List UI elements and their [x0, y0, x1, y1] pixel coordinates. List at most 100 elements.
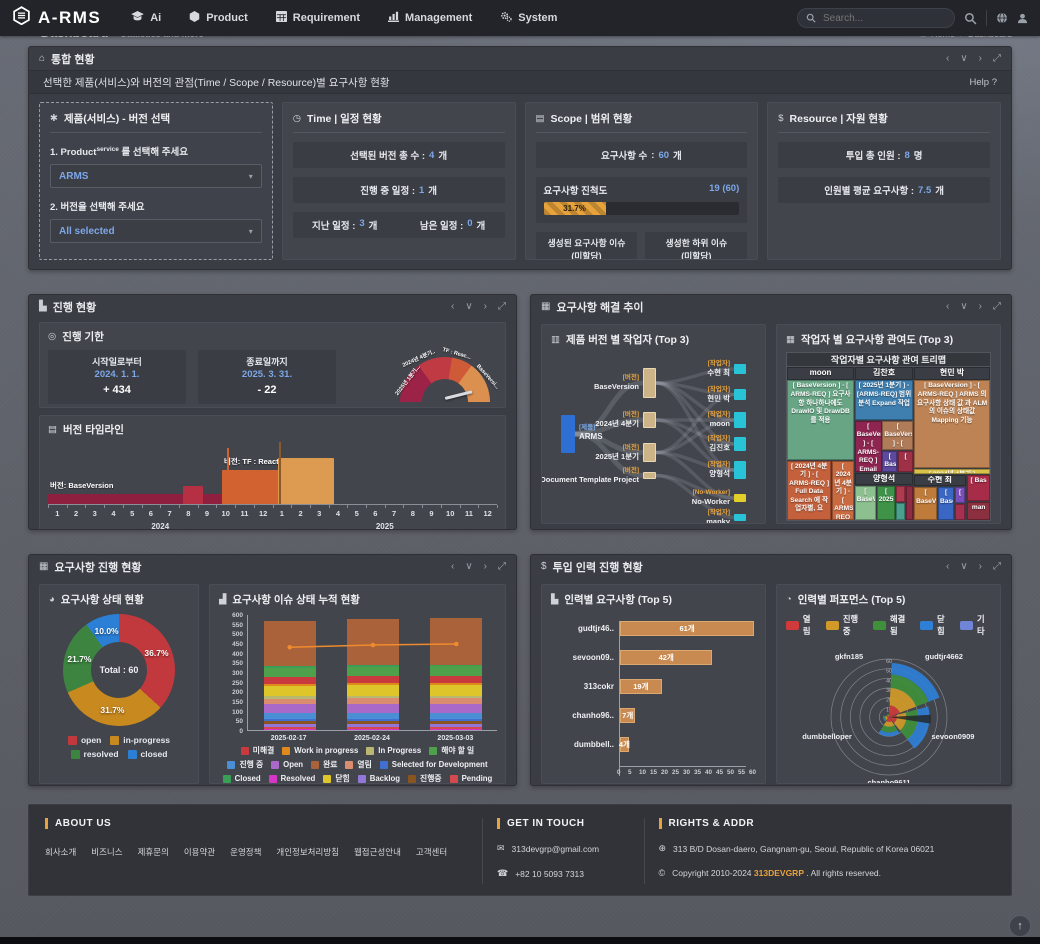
treemap-cell[interactable]: [ BaseVers ] - [ ARMS-REQ ] Email 발	[855, 421, 882, 472]
expand-icon[interactable]: ⤢	[498, 301, 506, 312]
treemap-group-header[interactable]: 김찬호	[855, 367, 913, 380]
footer-email[interactable]: 313devgrp@gmail.com	[512, 844, 600, 854]
treemap-cell[interactable]: [ Base	[938, 487, 954, 520]
hbar-bar[interactable]: 4개	[620, 737, 629, 752]
caret-down-icon: ▾	[249, 227, 253, 236]
collapse-left-icon[interactable]: ‹	[451, 561, 454, 572]
sankey-worker-node[interactable]	[734, 389, 746, 400]
stacked-bar[interactable]	[430, 618, 482, 730]
timeline-tick	[254, 505, 255, 508]
treemap-cell[interactable]: [ 2025년 1분기 ] - [ARMS-REQ] 범위분석 Expand 작…	[855, 380, 913, 420]
expand-icon[interactable]: ⤢	[993, 301, 1001, 312]
stacked-bar[interactable]	[264, 621, 316, 730]
version-select[interactable]: All selected ▾	[50, 219, 262, 243]
sankey-worker-label: [작업자]김진호	[541, 435, 730, 453]
timeline-version-bar	[222, 470, 284, 504]
footer-link[interactable]: 운영정책	[230, 846, 261, 858]
hbar-bar[interactable]: 7개	[620, 708, 635, 723]
globe-icon[interactable]	[996, 12, 1008, 24]
footer-phone[interactable]: +82 10 5093 7313	[515, 869, 584, 879]
treemap-cell[interactable]: [ 2025	[877, 486, 896, 520]
nav-item-requirement[interactable]: Requirement	[276, 11, 360, 25]
hbar-bar[interactable]: 42개	[620, 650, 712, 665]
treemap-cell[interactable]: [ BaseVersio ] - [	[882, 421, 913, 450]
collapse-right-icon[interactable]: ›	[979, 301, 982, 312]
chevron-down-icon[interactable]: ∨	[960, 53, 967, 64]
nav-item-product[interactable]: Product	[189, 11, 248, 25]
bar-segment	[264, 621, 316, 666]
product-select[interactable]: ARMS ▾	[50, 164, 262, 188]
footer-brand-link[interactable]: 313DEVGRP	[754, 868, 804, 878]
chevron-down-icon[interactable]: ∨	[960, 301, 967, 312]
treemap-cell[interactable]: [	[955, 487, 965, 503]
nav-item-system[interactable]: System	[500, 11, 557, 25]
expand-icon[interactable]: ⤢	[993, 561, 1001, 572]
footer-link[interactable]: 고객센터	[416, 846, 447, 858]
collapse-right-icon[interactable]: ›	[979, 53, 982, 64]
footer-link[interactable]: 제휴문의	[138, 846, 169, 858]
collapse-left-icon[interactable]: ‹	[946, 301, 949, 312]
sankey-worker-node[interactable]	[734, 364, 746, 374]
hbar-bar[interactable]: 19개	[620, 679, 662, 694]
chevron-down-icon[interactable]: ∨	[465, 301, 472, 312]
treemap-cell[interactable]: [ BaseV	[882, 451, 897, 473]
collapse-right-icon[interactable]: ›	[979, 561, 982, 572]
treemap-group-header[interactable]: moon	[787, 367, 854, 380]
search-box[interactable]	[797, 8, 955, 28]
footer-link[interactable]: 웹접근성안내	[354, 846, 401, 858]
chevron-down-icon[interactable]: ∨	[960, 561, 967, 572]
search-submit-icon[interactable]	[964, 12, 977, 25]
collapse-left-icon[interactable]: ‹	[451, 301, 454, 312]
treemap-group-header[interactable]: 양형석	[855, 473, 913, 485]
collapse-right-icon[interactable]: ›	[484, 561, 487, 572]
help-link[interactable]: Help ?	[970, 77, 997, 88]
treemap-cell[interactable]	[955, 504, 965, 520]
user-icon[interactable]	[1017, 13, 1028, 24]
treemap-cell[interactable]: [ BaseVersion ] - [ ARMS-REQ ] 요구사항 하나하나…	[787, 380, 854, 460]
collapse-left-icon[interactable]: ‹	[946, 561, 949, 572]
treemap-cell[interactable]	[896, 503, 905, 520]
treemap-cell[interactable]: [ 2024년 4분기 ] - [ ARMS-REQ ] Full Data S…	[787, 461, 831, 520]
sankey-worker-node[interactable]	[734, 437, 746, 451]
treemap-cell[interactable]: [ 2024 년 4분 기 ] - [ ARMS- REQ ]	[832, 461, 854, 520]
sankey-worker-node[interactable]	[734, 461, 746, 479]
expand-icon[interactable]: ⤢	[993, 53, 1001, 64]
treemap-cell[interactable]	[896, 486, 905, 503]
table-icon	[276, 11, 287, 25]
card-time: ◷ Time | 일정 현황 선택된 버전 총 수 :4개진행 중 일정 :1개…	[282, 102, 516, 260]
app-logo[interactable]: A-RMS	[12, 6, 101, 30]
treemap-cell[interactable]: [ BaseVersion ] - [ ARMS-REQ ] ARMS 의 요구…	[914, 380, 990, 468]
footer-link[interactable]: 비즈니스	[91, 846, 122, 858]
treemap-cell[interactable]: [ Bas	[967, 475, 990, 501]
x-axis-tick-label: 25	[672, 769, 679, 776]
collapse-right-icon[interactable]: ›	[484, 301, 487, 312]
back-to-top-button[interactable]: ↑	[1009, 915, 1031, 937]
sankey-worker-node[interactable]	[734, 494, 746, 502]
treemap-cell[interactable]: [ BaseVer	[914, 487, 937, 520]
treemap-group-header[interactable]: 현민 박	[914, 367, 990, 380]
hbar-bar[interactable]: 61개	[620, 621, 754, 636]
search-input[interactable]	[821, 12, 946, 25]
treemap-cell[interactable]	[906, 486, 914, 520]
footer-link[interactable]: 회사소개	[45, 846, 76, 858]
calendar-icon: ▦	[39, 561, 48, 572]
expand-icon[interactable]: ⤢	[498, 561, 506, 572]
collapse-left-icon[interactable]: ‹	[946, 53, 949, 64]
sankey-worker-node[interactable]	[734, 412, 746, 428]
chevron-down-icon[interactable]: ∨	[465, 561, 472, 572]
stacked-bar[interactable]	[347, 619, 399, 730]
footer-link[interactable]: 개인정보처리방침	[276, 846, 339, 858]
treemap-cell[interactable]: [ BaseVe	[855, 486, 876, 520]
nav-item-management[interactable]: Management	[388, 11, 472, 25]
timeline-month-label: 12	[254, 509, 273, 518]
treemap-group-header[interactable]: 수현 최	[914, 475, 966, 487]
legend-item: 완료	[311, 759, 337, 770]
treemap-cell[interactable]: [	[898, 451, 913, 473]
footer-link[interactable]: 이용약관	[184, 846, 215, 858]
nav-item-ai[interactable]: Ai	[131, 11, 161, 25]
x-axis-tick-label: 2025-03-03	[415, 735, 495, 742]
treemap-cell[interactable]: man	[967, 502, 990, 520]
bar-segment	[347, 685, 399, 696]
sankey-worker-node[interactable]	[734, 514, 746, 521]
treemap-cell[interactable]: [ 2024년 4분기 ]	[914, 469, 990, 475]
